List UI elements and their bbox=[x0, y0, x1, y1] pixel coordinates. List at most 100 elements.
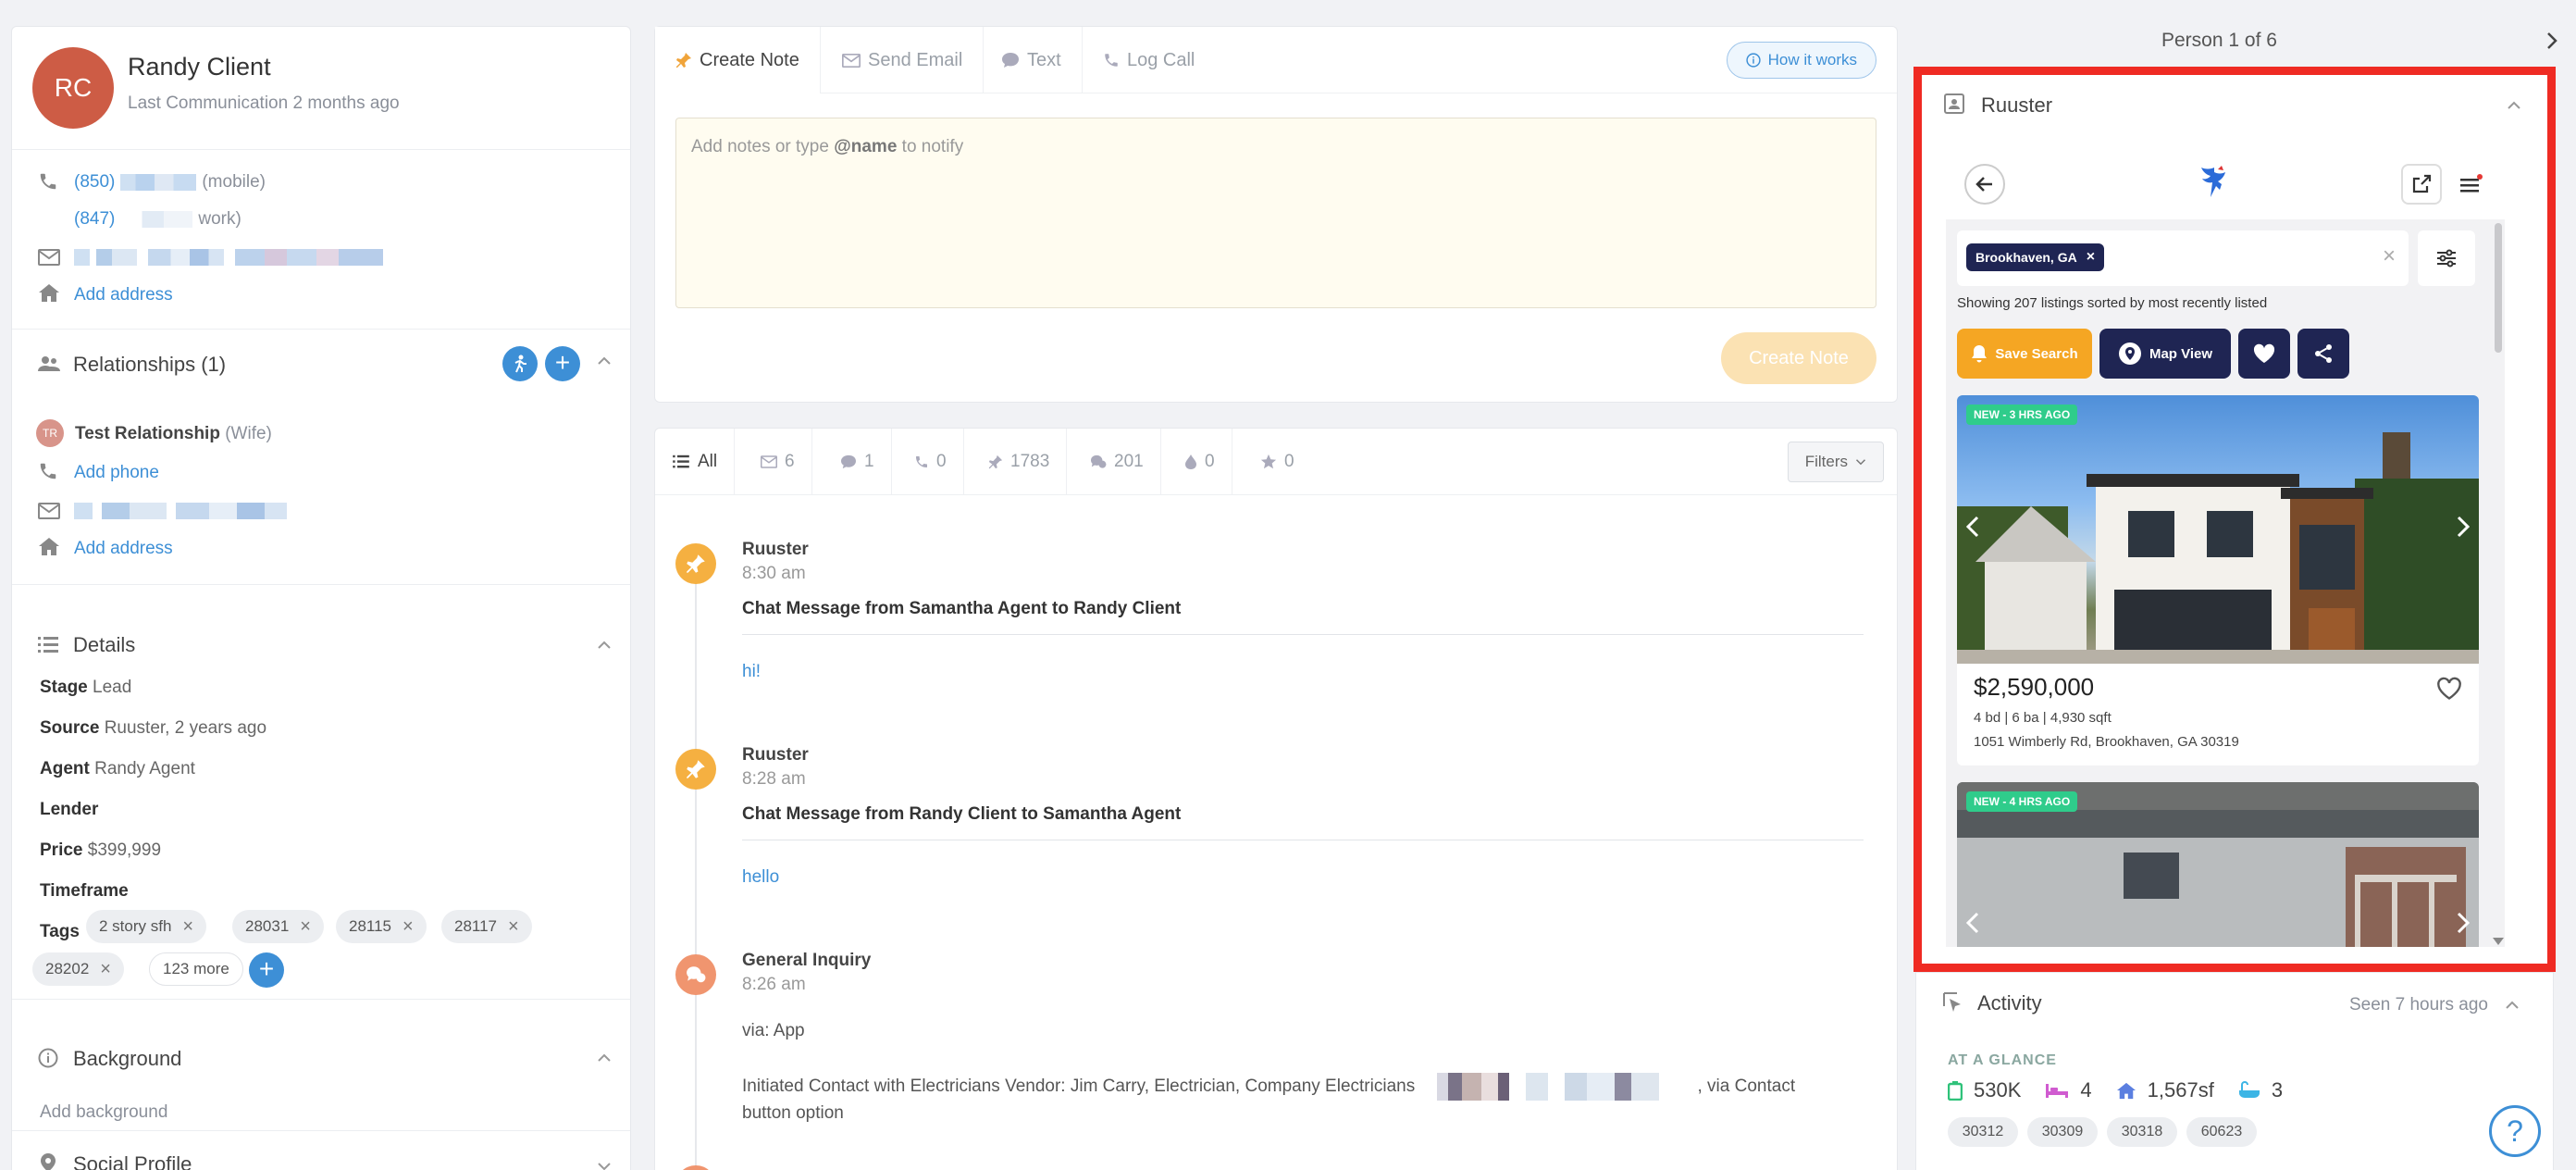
chevron-down-icon[interactable] bbox=[597, 1162, 612, 1170]
listing-scrollbar[interactable] bbox=[2492, 219, 2505, 947]
add-address-link[interactable]: Add address bbox=[74, 285, 173, 305]
remove-tag-icon[interactable]: × bbox=[182, 916, 193, 938]
detail-source[interactable]: Source Ruuster, 2 years ago bbox=[40, 718, 266, 739]
detail-lender[interactable]: Lender bbox=[40, 800, 98, 820]
menu-button[interactable] bbox=[2451, 164, 2492, 205]
chevron-up-icon[interactable] bbox=[597, 641, 612, 650]
note-textarea[interactable]: Add notes or type @name to notify bbox=[675, 118, 1876, 308]
feed-event[interactable]: Ruuster 8:30 am Chat Message from Samant… bbox=[655, 530, 1897, 725]
chevron-right-icon[interactable] bbox=[2546, 31, 2557, 50]
chevron-left-icon[interactable] bbox=[1966, 912, 1979, 934]
add-tag-button[interactable]: + bbox=[249, 952, 284, 988]
detail-stage[interactable]: Stage Lead bbox=[40, 678, 131, 698]
add-background-link[interactable]: Add background bbox=[40, 1102, 167, 1123]
tag-text: 28031 bbox=[245, 917, 290, 935]
zip-text: 30318 bbox=[2121, 1124, 2163, 1139]
create-note-button[interactable]: Create Note bbox=[1721, 332, 1876, 384]
share-button[interactable] bbox=[2401, 164, 2442, 205]
chevron-up-icon[interactable] bbox=[2505, 1001, 2520, 1010]
feed-tab-email[interactable]: 6 bbox=[744, 429, 812, 495]
tag-chip[interactable]: 28117 × bbox=[441, 910, 532, 943]
feed-tab-notes[interactable]: 1783 bbox=[972, 429, 1068, 495]
zip-chip[interactable]: 30312 bbox=[1948, 1117, 2018, 1147]
feed-event[interactable]: General Inquiry 8:26 am via: App Initiat… bbox=[655, 941, 1897, 1145]
tag-chip[interactable]: 2 story sfh × bbox=[86, 910, 207, 943]
chevron-right-icon[interactable] bbox=[2457, 516, 2470, 538]
plus-icon: + bbox=[554, 347, 571, 377]
chevron-up-icon[interactable] bbox=[2507, 101, 2521, 110]
add-relationship-person-button[interactable] bbox=[502, 346, 538, 381]
detail-agent[interactable]: Agent Randy Agent bbox=[40, 759, 195, 779]
tag-chip[interactable]: 28202 × bbox=[32, 952, 124, 986]
filters-dropdown[interactable]: Filters bbox=[1787, 442, 1884, 482]
chevron-right-icon[interactable] bbox=[2457, 912, 2470, 934]
tab-log-call[interactable]: Log Call bbox=[1083, 27, 1215, 93]
list-icon bbox=[38, 636, 58, 654]
help-button[interactable]: ? bbox=[2489, 1105, 2541, 1157]
tag-chip[interactable]: 28115 × bbox=[336, 910, 427, 943]
redacted-number bbox=[120, 211, 193, 228]
how-it-works-button[interactable]: How it works bbox=[1726, 42, 1876, 79]
clear-search-icon[interactable]: × bbox=[2383, 243, 2396, 269]
share-search-button[interactable] bbox=[2297, 329, 2349, 379]
composer-tabs: Create Note Send Email Text Log Call How… bbox=[655, 27, 1897, 93]
remove-tag-icon[interactable]: × bbox=[300, 916, 311, 938]
feed-tab-drops[interactable]: 0 bbox=[1168, 429, 1232, 495]
new-listing-badge: NEW - 3 HRS AGO bbox=[1966, 405, 2078, 425]
relationship-entry[interactable]: Test Relationship (Wife) bbox=[75, 424, 272, 444]
heart-outline-icon[interactable] bbox=[2436, 677, 2462, 701]
filter-settings-button[interactable] bbox=[2418, 230, 2475, 286]
feed-tab-starred[interactable]: 0 bbox=[1244, 429, 1311, 495]
tab-create-note[interactable]: Create Note bbox=[655, 27, 821, 93]
relationship-email[interactable] bbox=[74, 503, 287, 519]
favorites-button[interactable] bbox=[2238, 329, 2290, 379]
detail-price[interactable]: Price $399,999 bbox=[40, 840, 161, 861]
map-view-button[interactable]: Map View bbox=[2099, 329, 2231, 379]
feed-event[interactable]: Ruuster 8:28 am Chat Message from Randy … bbox=[655, 736, 1897, 930]
avatar[interactable]: RC bbox=[32, 47, 114, 129]
add-phone-link[interactable]: Add phone bbox=[74, 463, 159, 483]
zip-chip[interactable]: 60623 bbox=[2186, 1117, 2257, 1147]
feed-tab-events[interactable]: 201 bbox=[1073, 429, 1161, 495]
add-relationship-button[interactable]: + bbox=[545, 346, 580, 381]
tab-send-email[interactable]: Send Email bbox=[822, 27, 985, 93]
feed-tab-text[interactable]: 1 bbox=[824, 429, 892, 495]
phone-mobile[interactable]: (850) (mobile) bbox=[74, 172, 266, 193]
remove-chip-icon[interactable]: × bbox=[2087, 249, 2095, 266]
phone-work[interactable]: (847) work) bbox=[74, 209, 242, 230]
listing-card[interactable]: NEW - 3 HRS AGO $2,590,000 4 bd | 6 ba |… bbox=[1957, 395, 2479, 765]
detail-timeframe[interactable]: Timeframe bbox=[40, 881, 129, 902]
location-search-input[interactable]: Brookhaven, GA × × bbox=[1957, 230, 2409, 286]
feed-tab-calls[interactable]: 0 bbox=[898, 429, 964, 495]
relationship-name: Test Relationship bbox=[75, 424, 220, 443]
back-button[interactable] bbox=[1964, 164, 2005, 205]
chevron-left-icon[interactable] bbox=[1966, 516, 1979, 538]
email-icon bbox=[38, 249, 60, 266]
zip-chip[interactable]: 30309 bbox=[2027, 1117, 2098, 1147]
listing-photo[interactable]: NEW - 3 HRS AGO bbox=[1957, 395, 2479, 664]
scrollbar-thumb[interactable] bbox=[2495, 223, 2502, 353]
scroll-down-arrow[interactable] bbox=[2493, 938, 2504, 945]
drop-icon bbox=[1184, 454, 1197, 470]
zip-chip[interactable]: 30318 bbox=[2107, 1117, 2177, 1147]
location-chip[interactable]: Brookhaven, GA × bbox=[1966, 243, 2105, 271]
remove-tag-icon[interactable]: × bbox=[100, 959, 111, 980]
remove-tag-icon[interactable]: × bbox=[402, 916, 414, 938]
tag-chip[interactable]: 28031 × bbox=[232, 910, 324, 943]
listing-card[interactable]: NEW - 4 HRS AGO bbox=[1957, 782, 2479, 947]
detail-label: Source bbox=[40, 718, 100, 738]
add-address-link[interactable]: Add address bbox=[74, 539, 173, 559]
phone-icon bbox=[914, 454, 929, 469]
event-body: hello bbox=[742, 867, 780, 887]
save-search-button[interactable]: Save Search bbox=[1957, 329, 2092, 379]
more-tags-chip[interactable]: 123 more bbox=[149, 952, 243, 986]
chevron-up-icon[interactable] bbox=[597, 356, 612, 366]
remove-tag-icon[interactable]: × bbox=[508, 916, 519, 938]
feed-tab-all[interactable]: All bbox=[655, 429, 736, 495]
chevron-up-icon[interactable] bbox=[597, 1053, 612, 1063]
email-value[interactable] bbox=[74, 249, 383, 266]
tab-text[interactable]: Text bbox=[981, 27, 1083, 93]
inquiry-event-icon bbox=[675, 954, 716, 995]
event-time: 8:26 am bbox=[742, 975, 806, 994]
contact-name[interactable]: Randy Client bbox=[128, 53, 271, 81]
